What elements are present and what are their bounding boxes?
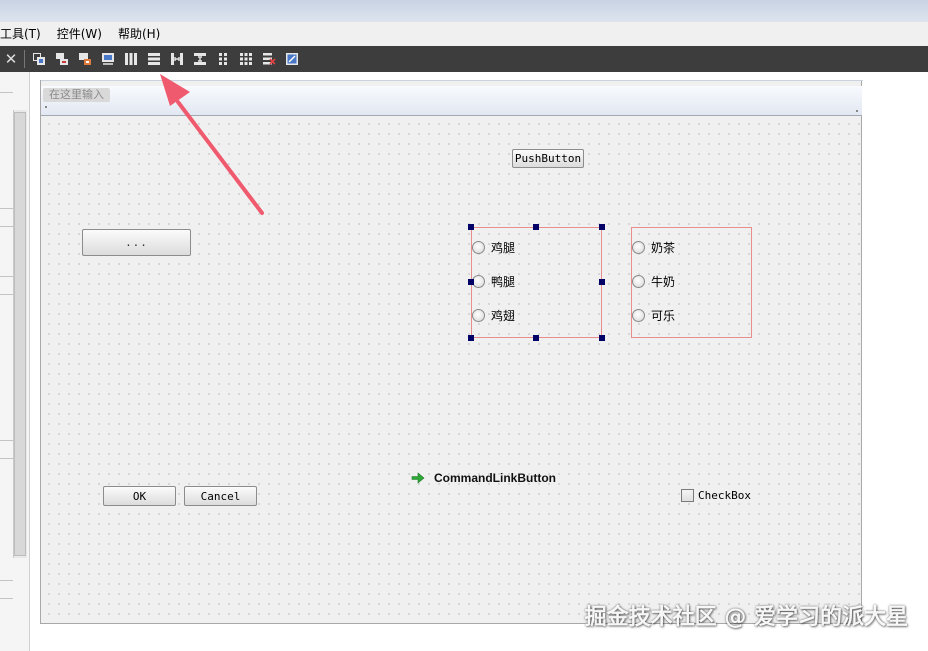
radio-label: 奶茶 [651,240,676,255]
radio-indicator[interactable] [632,308,645,322]
radio-milk[interactable]: 牛奶 [632,273,675,289]
radio-indicator[interactable] [472,308,485,322]
selection-handle[interactable] [599,279,605,285]
radio-cola[interactable]: 可乐 [632,307,675,323]
checkbox-label: CheckBox [698,488,751,502]
selection-handle[interactable] [533,224,539,230]
left-panel-scrollbar-thumb[interactable] [14,112,26,556]
adjust-size-icon[interactable] [280,48,303,70]
radio-indicator[interactable] [632,274,645,288]
left-panel-divider [0,92,13,93]
left-panel-divider [0,440,13,441]
layout-form-icon[interactable] [211,48,234,70]
edit-widgets-icon[interactable] [27,48,50,70]
break-layout-icon[interactable] [257,48,280,70]
ok-button[interactable]: OK [103,486,176,506]
close-icon[interactable]: ✕ [0,46,22,72]
menu-tools[interactable]: 工具(T) [0,22,49,46]
menu-help[interactable]: 帮助(H) [110,22,168,46]
left-dock-panel [0,72,30,651]
layout-grid-icon[interactable] [234,48,257,70]
edit-tab-order-icon[interactable] [96,48,119,70]
checkbox-indicator[interactable] [681,488,694,502]
selection-handle[interactable] [468,335,474,341]
radio-label: 鸡翅 [491,308,516,323]
left-panel-divider [0,208,13,209]
layout-horizontal-icon[interactable] [119,48,142,70]
menu-type-here-placeholder[interactable]: 在这里输入 [43,88,110,102]
toolbar-separator [24,50,25,68]
menu-bar-marker [45,106,47,108]
green-arrow-icon [411,472,425,484]
cancel-button[interactable]: Cancel [184,486,257,506]
radio-label: 鸭腿 [491,274,516,289]
tool-button[interactable]: ... [82,229,191,256]
form-design-canvas: 在这里输入 [40,80,863,624]
window-title-strip [0,0,928,22]
radio-indicator[interactable] [472,240,485,254]
design-grid[interactable] [41,116,862,623]
left-panel-divider [0,598,13,599]
radio-label: 鸡腿 [491,240,516,255]
form-menu-bar[interactable]: 在这里输入 [41,86,862,116]
checkbox[interactable]: CheckBox [681,487,751,503]
left-panel-divider [0,276,13,277]
push-button[interactable]: PushButton [512,149,584,168]
left-panel-divider [0,458,13,459]
selection-handle[interactable] [468,279,474,285]
left-panel-divider [0,580,13,581]
watermark: 掘金技术社区 @ 爱学习的派大星 [584,605,908,630]
radio-milk-tea[interactable]: 奶茶 [632,239,675,255]
command-link-label: CommandLinkButton [434,471,556,485]
command-link-button[interactable]: CommandLinkButton [410,469,556,487]
radio-chicken-wing[interactable]: 鸡翅 [472,307,515,323]
left-panel-divider [0,294,13,295]
edit-signals-slots-icon[interactable] [50,48,73,70]
selection-handle[interactable] [599,224,605,230]
radio-indicator[interactable] [632,240,645,254]
radio-duck-leg[interactable]: 鸭腿 [472,273,515,289]
menu-bar-marker [856,110,858,112]
menu-widgets[interactable]: 控件(W) [49,22,110,46]
radio-label: 牛奶 [651,274,676,289]
left-panel-divider [0,226,13,227]
menu-bar: 工具(T) 控件(W) 帮助(H) [0,22,928,46]
radio-chicken-leg[interactable]: 鸡腿 [472,239,515,255]
radio-label: 可乐 [651,308,676,323]
layout-horizontal-splitter-icon[interactable] [165,48,188,70]
form-editor-toolbar: ✕ [0,46,928,72]
selection-handle[interactable] [533,335,539,341]
layout-vertical-icon[interactable] [142,48,165,70]
selection-handle[interactable] [468,224,474,230]
edit-buddies-icon[interactable] [73,48,96,70]
layout-vertical-splitter-icon[interactable] [188,48,211,70]
selection-handle[interactable] [599,335,605,341]
